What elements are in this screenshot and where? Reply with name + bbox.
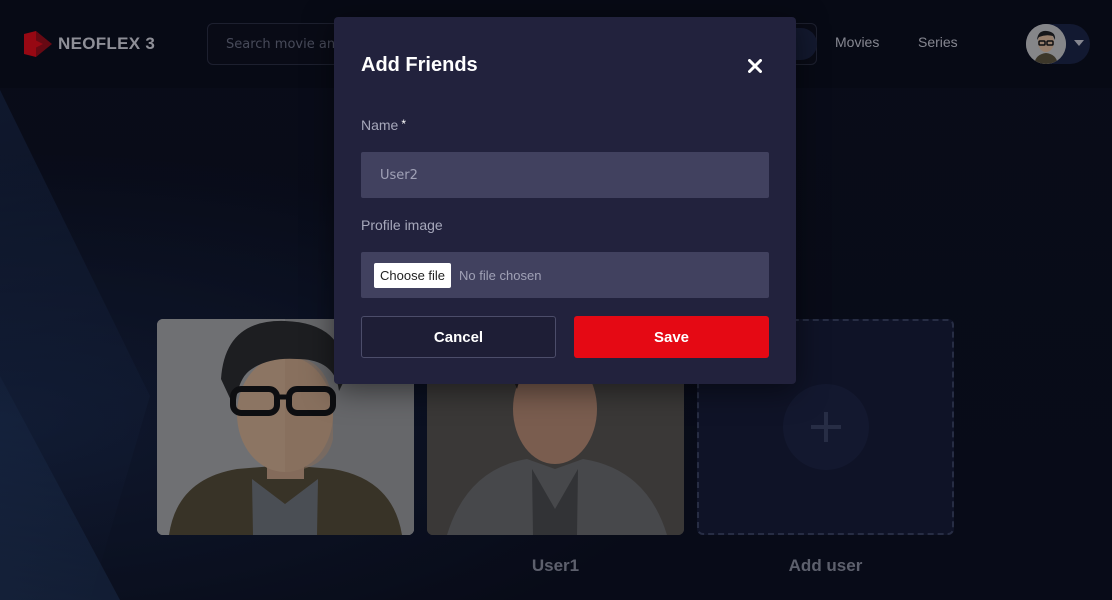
- name-label: Name *: [361, 117, 406, 133]
- cancel-button[interactable]: Cancel: [361, 316, 556, 358]
- required-mark: *: [401, 117, 407, 131]
- save-button[interactable]: Save: [574, 316, 769, 358]
- file-status: No file chosen: [459, 267, 542, 283]
- modal-title: Add Friends: [361, 54, 478, 76]
- add-friends-modal: Add Friends Name * User2 Profile image Ch…: [334, 17, 796, 384]
- close-button[interactable]: [744, 55, 766, 77]
- profile-image-label: Profile image: [361, 217, 443, 233]
- name-field[interactable]: User2: [361, 152, 769, 198]
- profile-image-field: Choose file No file chosen: [361, 252, 769, 298]
- name-label-text: Name: [361, 117, 399, 133]
- name-field-value: User2: [380, 167, 418, 183]
- choose-file-button[interactable]: Choose file: [374, 262, 452, 288]
- close-icon: [748, 59, 762, 73]
